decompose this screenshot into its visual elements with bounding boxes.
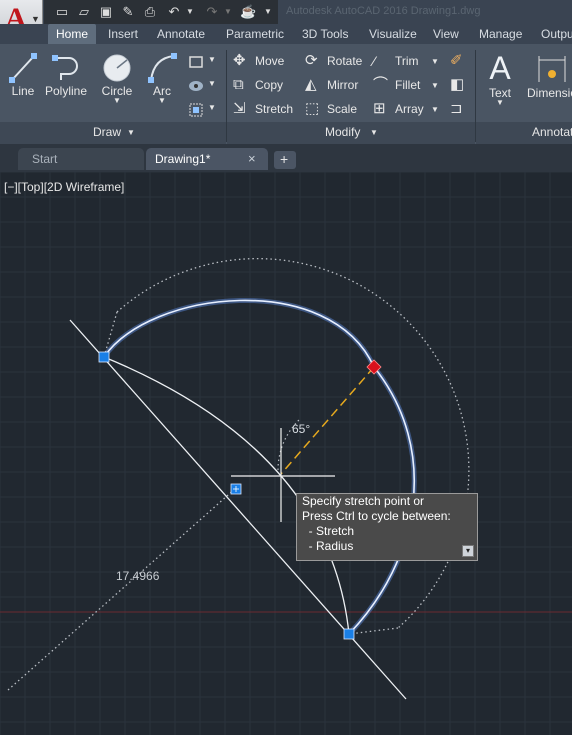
polyline-tool-button[interactable]: Polyline (42, 52, 90, 98)
fillet-icon: ⌒ (373, 76, 389, 93)
endpoint-grip[interactable] (98, 351, 110, 363)
tooltip-expand-icon[interactable]: ▾ (462, 545, 474, 557)
move-icon: ✥ (233, 52, 246, 69)
line-tool-button[interactable]: Line (6, 52, 40, 98)
modify-panel-expand-icon[interactable]: ▼ (370, 128, 378, 137)
arc-dropdown-icon[interactable]: ▼ (143, 96, 181, 105)
radius-dimension-text[interactable]: 17.4966 (116, 569, 159, 583)
undo-icon[interactable]: ↶ (166, 4, 182, 20)
text-tool-button[interactable]: A Text ▼ (482, 50, 518, 107)
tab-3d-tools[interactable]: 3D Tools (302, 27, 348, 41)
tab-parametric[interactable]: Parametric (226, 27, 284, 41)
explode-icon: ◧ (450, 76, 465, 93)
quick-access-toolbar: ▭ ▱ ▣ ✎ ⎙ ↶ ▼ ↷ ▼ ☕ ▼ (44, 0, 278, 24)
drawing-canvas[interactable]: 65° 17.4966 (0, 172, 572, 735)
title-bar: ▭ ▱ ▣ ✎ ⎙ ↶ ▼ ↷ ▼ ☕ ▼ Autodesk AutoCAD 2… (0, 0, 572, 24)
redo-icon[interactable]: ↷ (204, 4, 220, 20)
tab-visualize[interactable]: Visualize (369, 27, 417, 41)
open-folder-icon[interactable]: ▱ (76, 4, 92, 20)
annotation-panel-bar[interactable]: Annotat (476, 122, 572, 144)
array-icon: ⊞ (373, 100, 386, 117)
polyline-icon (52, 55, 78, 80)
window-title: Autodesk AutoCAD 2016 Drawing1.dwg (286, 5, 481, 17)
annotation-panel-title: Annotat (532, 125, 572, 139)
dimension-tool-button[interactable]: Dimensio (522, 52, 572, 100)
undo-dropdown-icon[interactable]: ▼ (182, 4, 198, 20)
scale-icon: ⬚ (305, 100, 320, 117)
tab-view[interactable]: View (433, 27, 459, 41)
plus-icon: + (280, 151, 289, 167)
rectangle-icon (189, 56, 203, 68)
new-tab-button[interactable]: + (274, 151, 296, 169)
tab-annotate[interactable]: Annotate (157, 27, 205, 41)
stretch-vector-line (280, 366, 375, 475)
selected-arc[interactable] (103, 299, 415, 635)
line-icon (9, 53, 37, 83)
rotate-icon: ⟳ (305, 52, 318, 69)
print-icon[interactable]: ⎙ (142, 4, 158, 20)
model-space[interactable] (0, 172, 572, 735)
mirror-icon: ◭ (305, 76, 317, 93)
circle-tool-button[interactable]: Circle ▼ (98, 52, 136, 105)
redo-dropdown-icon[interactable]: ▼ (220, 4, 236, 20)
viewport-controls-label[interactable]: [−][Top][2D Wireframe] (4, 180, 124, 194)
dimension-icon (538, 56, 566, 82)
text-dropdown-icon[interactable]: ▼ (482, 98, 518, 107)
text-a-icon: A (489, 50, 511, 86)
new-file-icon[interactable]: ▭ (54, 4, 70, 20)
modify-panel-bar[interactable]: Modify ▼ (227, 122, 475, 144)
tab-manage[interactable]: Manage (479, 27, 522, 41)
tab-home[interactable]: Home (48, 24, 97, 44)
tab-output[interactable]: Outpu (541, 27, 572, 41)
region-icon (189, 103, 203, 117)
document-tabs-bar: Start Drawing1* × + (0, 144, 572, 172)
save-as-icon[interactable]: ✎ (120, 4, 136, 20)
circle-icon (103, 54, 131, 82)
draw-panel-title: Draw (93, 125, 122, 139)
hatch-icon (189, 81, 203, 91)
radius-dimension-line (7, 487, 237, 691)
draw-panel-bar[interactable]: Draw ▼ (0, 122, 226, 144)
arc-glow (101, 298, 417, 636)
grid (0, 172, 572, 735)
close-tab-icon[interactable]: × (248, 151, 256, 166)
arc-icon (148, 53, 177, 83)
stretch-icon: ⇲ (233, 100, 246, 117)
trim-icon: ⁄ (373, 53, 376, 69)
offset-icon: ⊐ (450, 100, 463, 117)
qa-customize-icon[interactable]: ▼ (260, 4, 276, 20)
copy-icon: ⧉ (233, 76, 244, 93)
tab-start[interactable]: Start (18, 148, 144, 170)
grip-tooltip: Specify stretch point or Press Ctrl to c… (296, 493, 478, 561)
save-icon[interactable]: ▣ (98, 4, 114, 20)
app-menu-chevron-icon: ▼ (31, 14, 40, 24)
modify-panel-title: Modify (325, 125, 361, 139)
erase-icon: ✐ (450, 52, 463, 69)
angle-dimension-text: 65° (292, 422, 311, 436)
ribbon: Line Polyline Circle ▼ Arc ▼ ▼ ▼ ▼ Draw … (0, 44, 572, 144)
tab-drawing1[interactable]: Drawing1* × (146, 148, 268, 170)
arc-tool-button[interactable]: Arc ▼ (143, 52, 181, 105)
draw-panel-expand-icon[interactable]: ▼ (127, 128, 135, 137)
ribbon-tabs: Home Insert Annotate Parametric 3D Tools… (0, 24, 572, 44)
endpoint-grip[interactable] (343, 628, 355, 640)
tab-insert[interactable]: Insert (108, 27, 138, 41)
workspace-teapot-icon[interactable]: ☕ (240, 4, 256, 20)
